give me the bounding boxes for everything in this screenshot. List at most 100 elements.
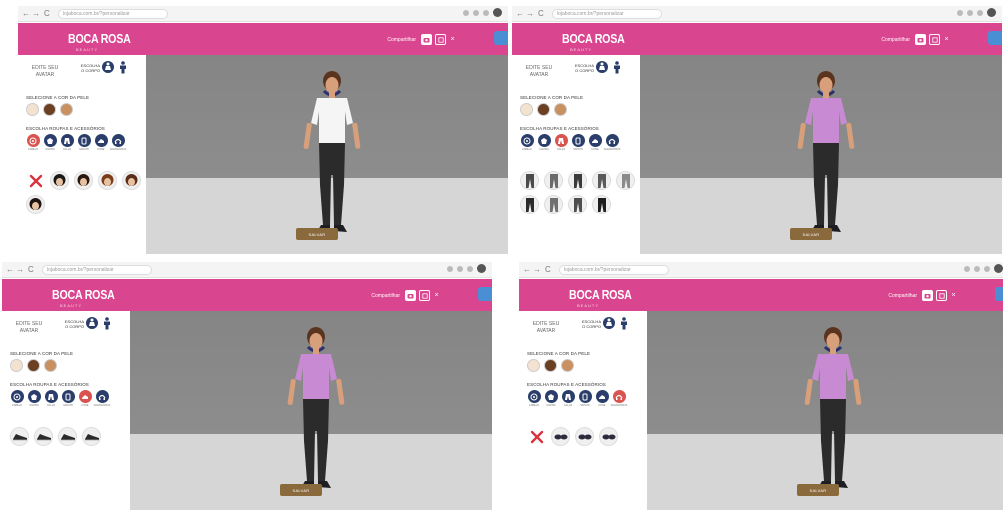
hair-option[interactable]	[50, 171, 69, 190]
save-button[interactable]: SALVAR	[797, 484, 839, 496]
category-camisa[interactable]: CAMISA	[27, 390, 41, 407]
reload-button[interactable]: C	[28, 265, 34, 275]
accessory-option[interactable]	[551, 427, 570, 446]
cart-icon[interactable]	[988, 31, 1002, 45]
category-cabelo[interactable]: CABELO	[527, 390, 541, 407]
category-cabelo[interactable]: CABELO	[520, 134, 534, 151]
category-camisa[interactable]: CAMISA	[43, 134, 57, 151]
back-button[interactable]: ←	[6, 265, 14, 275]
category-calça[interactable]: CALÇA	[44, 390, 58, 407]
avatar-3d-viewport[interactable]: SALVAR	[640, 55, 1002, 254]
extension-icon[interactable]	[447, 265, 453, 272]
male-body-button[interactable]	[618, 316, 630, 329]
skin-medium-swatch[interactable]	[554, 103, 567, 116]
forward-button[interactable]: →	[16, 265, 24, 275]
category-sapato[interactable]: SAPATO	[578, 390, 592, 407]
extension-icon[interactable]	[964, 265, 970, 272]
skin-light-swatch[interactable]	[26, 103, 39, 116]
hair-option[interactable]	[26, 195, 45, 214]
avatar-3d-viewport[interactable]: SALVAR	[146, 55, 508, 254]
category-sapato[interactable]: SAPATO	[77, 134, 91, 151]
pants-option[interactable]	[592, 171, 611, 190]
avatar-model[interactable]	[798, 321, 868, 501]
category-calça[interactable]: CALÇA	[60, 134, 74, 151]
save-button[interactable]: SALVAR	[296, 228, 338, 240]
female-body-button[interactable]	[603, 317, 615, 329]
skin-dark-swatch[interactable]	[537, 103, 550, 116]
female-body-button[interactable]	[596, 61, 608, 73]
category-cabelo[interactable]: CABELO	[26, 134, 40, 151]
brand-logo[interactable]: BOCA ROSA	[52, 287, 115, 302]
avatar-model[interactable]	[297, 65, 367, 245]
forward-button[interactable]: →	[533, 265, 541, 275]
category-camisa[interactable]: CAMISA	[537, 134, 551, 151]
share-link[interactable]: Compartilhar	[888, 293, 917, 299]
shoes-option[interactable]	[82, 427, 101, 446]
female-body-button[interactable]	[86, 317, 98, 329]
extension-icon[interactable]	[977, 9, 983, 16]
shoes-option[interactable]	[10, 427, 29, 446]
skin-light-swatch[interactable]	[527, 359, 540, 372]
pants-option[interactable]	[544, 195, 563, 214]
close-button[interactable]: ×	[941, 34, 952, 45]
shoes-option[interactable]	[34, 427, 53, 446]
share-link[interactable]: Compartilhar	[371, 293, 400, 299]
address-bar[interactable]: lojaboca.com.br/?personalizar	[58, 9, 168, 19]
skin-medium-swatch[interactable]	[60, 103, 73, 116]
back-button[interactable]: ←	[22, 9, 30, 19]
category-camisa[interactable]: CAMISA	[544, 390, 558, 407]
cart-icon[interactable]	[478, 287, 492, 301]
brand-logo[interactable]: BOCA ROSA	[569, 287, 632, 302]
fullscreen-button[interactable]	[936, 290, 947, 301]
reload-button[interactable]: C	[44, 9, 50, 19]
skin-light-swatch[interactable]	[520, 103, 533, 116]
category-sapato[interactable]: SAPATO	[61, 390, 75, 407]
shoes-option[interactable]	[58, 427, 77, 446]
pants-option[interactable]	[520, 195, 539, 214]
forward-button[interactable]: →	[32, 9, 40, 19]
close-button[interactable]: ×	[431, 290, 442, 301]
extension-icon[interactable]	[957, 9, 963, 16]
skin-dark-swatch[interactable]	[43, 103, 56, 116]
hair-option[interactable]	[98, 171, 117, 190]
avatar-model[interactable]	[281, 321, 351, 501]
star-icon[interactable]	[457, 265, 463, 272]
skin-light-swatch[interactable]	[10, 359, 23, 372]
extension-icon[interactable]	[467, 265, 473, 272]
category-calça[interactable]: CALÇA	[554, 134, 568, 151]
fullscreen-button[interactable]	[419, 290, 430, 301]
extension-icon[interactable]	[463, 9, 469, 16]
skin-dark-swatch[interactable]	[27, 359, 40, 372]
forward-button[interactable]: →	[526, 9, 534, 19]
star-icon[interactable]	[967, 9, 973, 16]
fullscreen-button[interactable]	[435, 34, 446, 45]
category-acessórios[interactable]: ACESSÓRIOS	[611, 390, 627, 407]
category-cabelo[interactable]: CABELO	[10, 390, 24, 407]
address-bar[interactable]: lojaboca.com.br/?personalizar	[552, 9, 662, 19]
category-acessórios[interactable]: ACESSÓRIOS	[604, 134, 620, 151]
female-body-button[interactable]	[102, 61, 114, 73]
skin-dark-swatch[interactable]	[544, 359, 557, 372]
pants-option[interactable]	[544, 171, 563, 190]
male-body-button[interactable]	[117, 60, 129, 73]
fullscreen-button[interactable]	[929, 34, 940, 45]
cart-icon[interactable]	[995, 287, 1003, 301]
save-button[interactable]: SALVAR	[790, 228, 832, 240]
camera-button[interactable]	[421, 34, 432, 45]
pants-option[interactable]	[616, 171, 635, 190]
skin-medium-swatch[interactable]	[561, 359, 574, 372]
back-button[interactable]: ←	[523, 265, 531, 275]
reload-button[interactable]: C	[545, 265, 551, 275]
profile-avatar[interactable]	[994, 264, 1003, 273]
brand-logo[interactable]: BOCA ROSA	[562, 31, 625, 46]
star-icon[interactable]	[473, 9, 479, 16]
extension-icon[interactable]	[984, 265, 990, 272]
accessory-option[interactable]	[575, 427, 594, 446]
category-fone[interactable]: FONE	[78, 390, 92, 407]
male-body-button[interactable]	[101, 316, 113, 329]
category-fone[interactable]: FONE	[588, 134, 602, 151]
pants-option[interactable]	[568, 195, 587, 214]
category-fone[interactable]: FONE	[595, 390, 609, 407]
accessory-option[interactable]	[599, 427, 618, 446]
profile-avatar[interactable]	[987, 8, 996, 17]
